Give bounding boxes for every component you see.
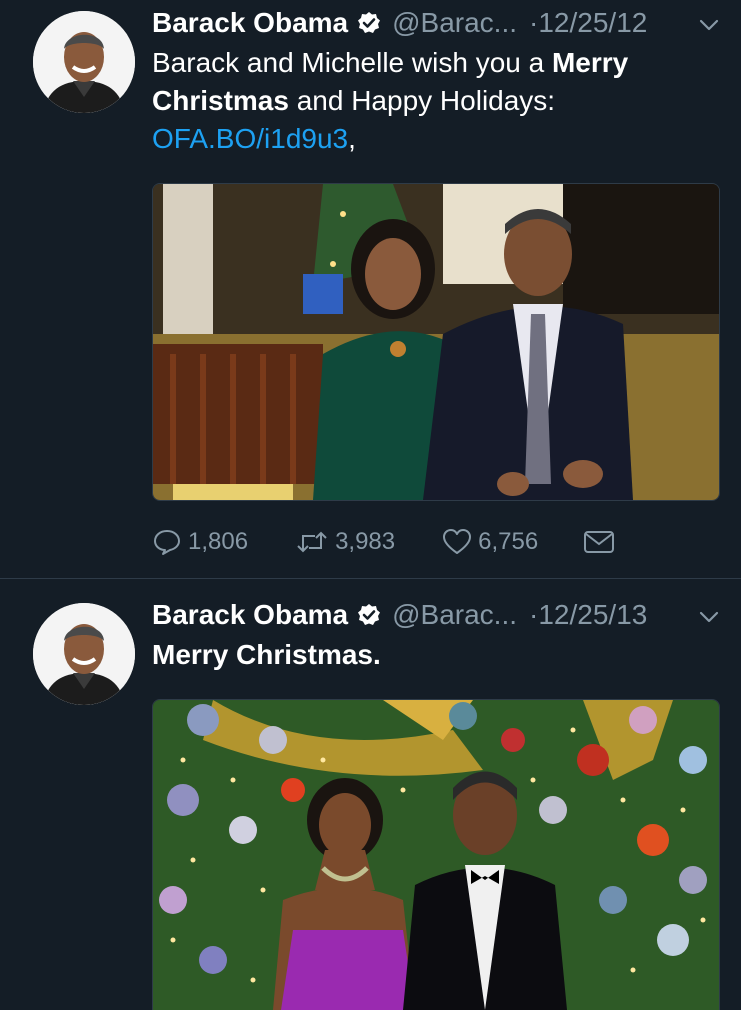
display-name[interactable]: Barack Obama (152, 7, 348, 39)
avatar[interactable] (33, 603, 135, 705)
like-action[interactable]: 6,756 (442, 527, 538, 557)
tweet-date[interactable]: 12/25/12 (538, 7, 647, 39)
tweet[interactable]: Barack Obama @Barac... · 12/25/12 Barack… (0, 0, 741, 579)
separator-dot: · (529, 599, 539, 630)
tweet-text-bold: Christmas (152, 85, 289, 116)
avatar[interactable] (33, 11, 135, 113)
avatar-image (33, 603, 135, 705)
verified-badge-icon (358, 604, 381, 625)
tweet-link[interactable]: OFA.BO/i1d9u3 (152, 123, 348, 154)
photo-image (153, 184, 719, 500)
tweet-text: Barack and Michelle wish you a Merry Chr… (152, 44, 722, 158)
direct-message-action[interactable] (583, 527, 621, 557)
tweet-actions: 1,806 3,983 6,756 (152, 526, 621, 558)
retweet-count: 3,983 (335, 528, 396, 555)
retweet-action[interactable]: 3,983 (295, 527, 395, 557)
avatar-image (33, 11, 135, 113)
message-icon (584, 531, 615, 553)
reply-count: 1,806 (188, 528, 249, 555)
like-count: 6,756 (478, 528, 539, 555)
tweet-text-bold: Merry (551, 47, 629, 78)
tweet[interactable]: Barack Obama @Barac... · 12/25/13 Merry … (0, 579, 741, 1010)
display-name[interactable]: Barack Obama (152, 599, 348, 631)
retweet-icon (297, 531, 327, 553)
tweet-text: Merry Christmas. (152, 639, 381, 670)
verified-badge-icon (358, 12, 381, 33)
chevron-down-icon[interactable] (696, 12, 722, 38)
photo-image (153, 700, 719, 1010)
handle[interactable]: @Barac... (392, 599, 517, 631)
reply-action[interactable]: 1,806 (152, 527, 248, 557)
tweet-header: Barack Obama @Barac... · 12/25/12 (152, 6, 647, 40)
tweet-photo[interactable] (152, 183, 720, 501)
tweet-photo[interactable] (152, 699, 720, 1010)
tweet-text-part: , (348, 123, 356, 154)
tweet-date[interactable]: 12/25/13 (538, 599, 647, 631)
handle[interactable]: @Barac... (392, 7, 517, 39)
heart-icon (443, 529, 472, 554)
chevron-down-icon[interactable] (696, 604, 722, 630)
reply-icon (154, 530, 180, 555)
tweet-header: Barack Obama @Barac... · 12/25/13 (152, 598, 647, 632)
separator-dot: · (529, 7, 539, 38)
tweet-text-part: Barack and Michelle wish you a (152, 47, 552, 78)
tweet-text-part: and Happy Holidays: (288, 85, 556, 116)
